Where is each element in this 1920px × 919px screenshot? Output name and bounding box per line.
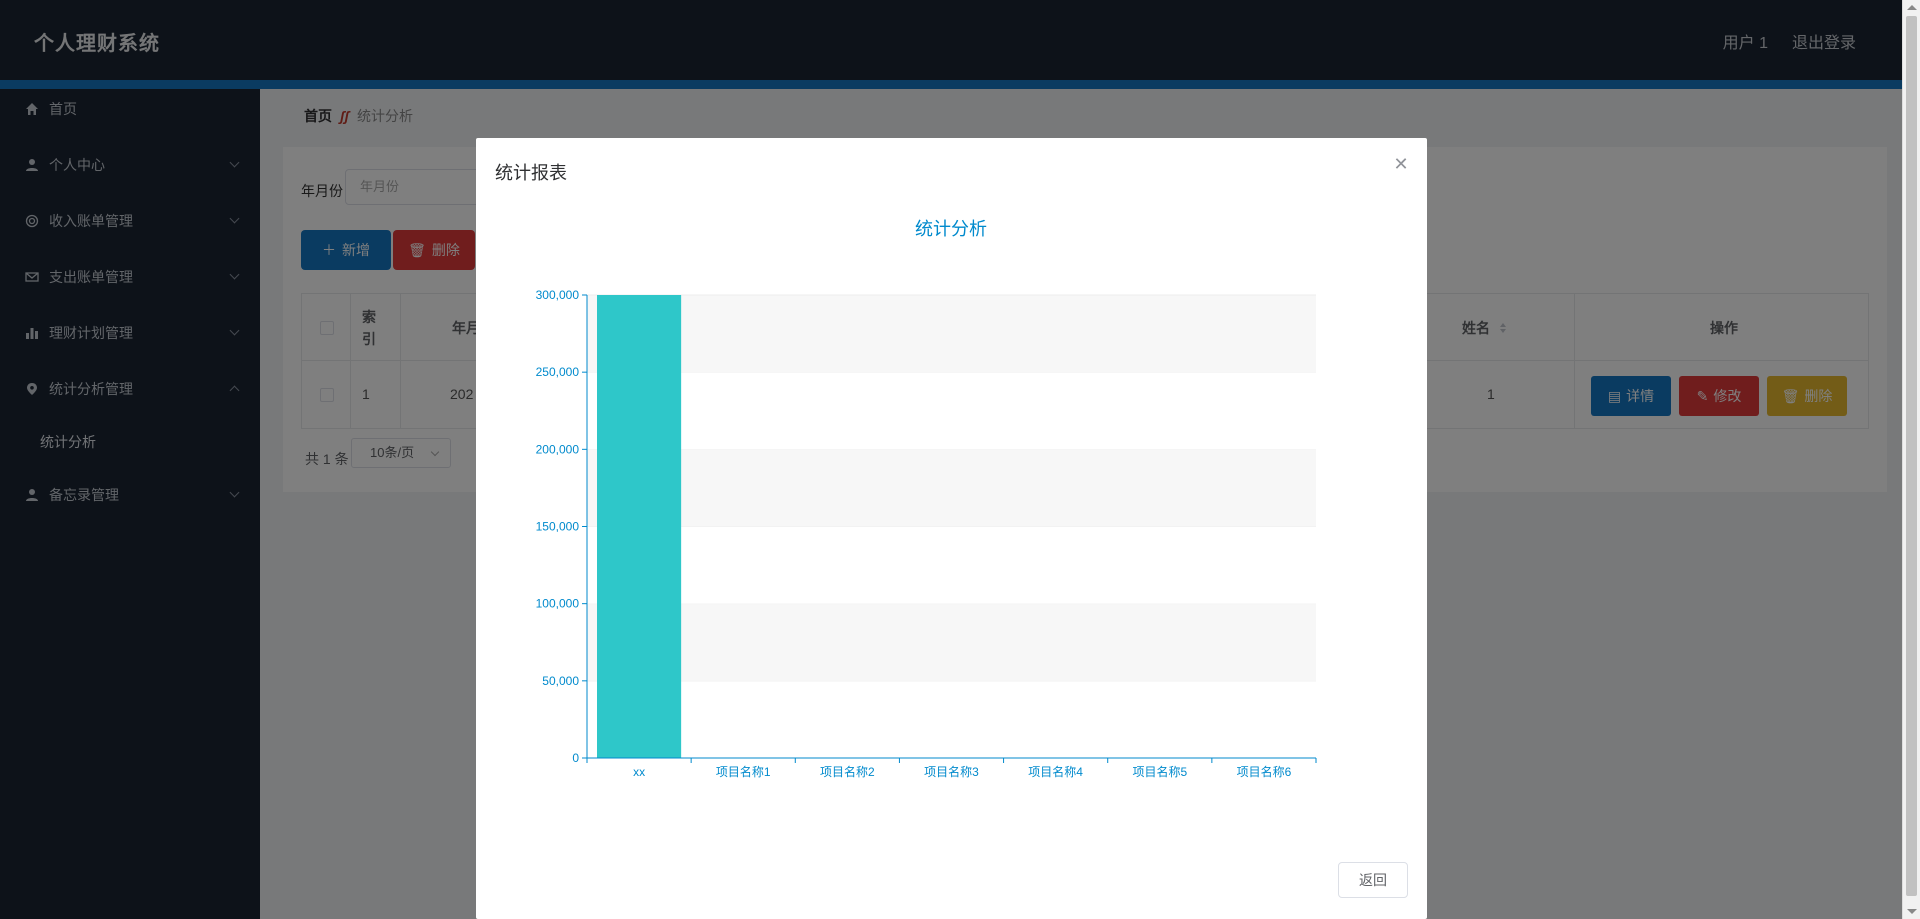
chart-grid [587,294,1316,758]
close-icon[interactable]: ✕ [1393,155,1409,173]
dialog-title: 统计报表 [495,163,567,183]
back-button[interactable]: 返回 [1338,862,1408,898]
grid-band [587,680,1316,758]
x-tick-label: xx [633,765,645,779]
stats-bar-chart: 统计分析 0 50,000 100,000 150,000 200,000 250,000… [536,219,1317,779]
grid-band [587,295,1316,373]
y-tick-label: 100,000 [536,597,580,611]
chart-bars [597,295,682,758]
grid-band [587,372,1316,450]
scroll-down-icon[interactable] [1907,909,1917,914]
y-tick-label: 0 [572,751,579,765]
y-tick-label: 50,000 [542,674,579,688]
scroll-up-icon[interactable] [1907,5,1917,10]
grid-band [587,449,1316,527]
scroll-thumb[interactable] [1906,16,1917,896]
chart-title: 统计分析 [915,219,987,239]
bar-0[interactable] [597,295,682,758]
stats-report-dialog: 统计报表 ✕ 统计分析 0 50,000 100,000 150,000 200,000… [476,138,1427,919]
y-tick-label: 200,000 [536,442,580,456]
y-tick-label: 250,000 [536,365,580,379]
page-scrollbar[interactable] [1902,0,1920,919]
x-tick-label: 项目名称3 [924,764,979,779]
grid-band [587,526,1316,604]
grid-band [587,603,1316,681]
x-tick-label: 项目名称6 [1237,764,1292,779]
y-tick-label: 300,000 [536,288,580,302]
x-tick-label: 项目名称4 [1028,764,1083,779]
x-tick-label: 项目名称1 [716,764,771,779]
x-tick-label: 项目名称5 [1132,764,1187,779]
x-tick-label: 项目名称2 [820,764,875,779]
y-tick-label: 150,000 [536,520,580,534]
